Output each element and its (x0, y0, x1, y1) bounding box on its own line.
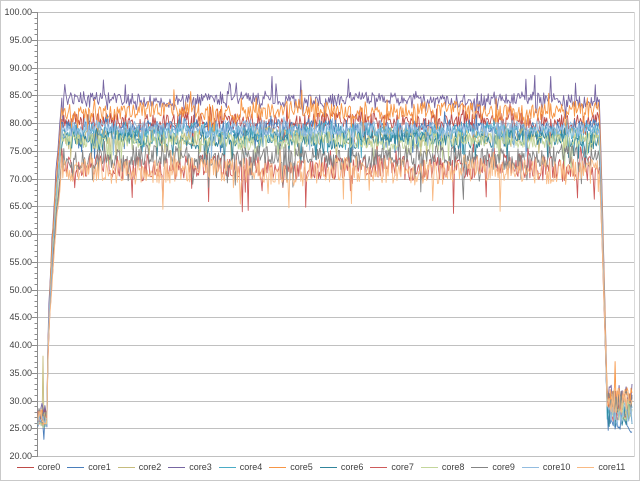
series-line-core7 (38, 147, 632, 425)
y-tick-label: 35.00 (1, 368, 32, 379)
legend-label: core3 (189, 462, 212, 472)
legend-item-core4: core4 (219, 462, 263, 472)
legend-label: core6 (341, 462, 364, 472)
legend-label: core1 (88, 462, 111, 472)
series-line-core9 (38, 141, 632, 423)
series-line-core11 (38, 150, 632, 425)
y-tick-label: 100.00 (1, 7, 32, 18)
legend-label: core8 (442, 462, 465, 472)
y-tick-label: 50.00 (1, 285, 32, 296)
legend-marker-core9 (471, 467, 488, 468)
y-tick-label: 75.00 (1, 146, 32, 157)
legend-marker-core5 (269, 467, 286, 468)
y-tick-label: 80.00 (1, 118, 32, 129)
legend-item-core8: core8 (421, 462, 465, 472)
legend-label: core2 (139, 462, 162, 472)
legend-marker-core1 (67, 467, 84, 468)
legend-label: core0 (38, 462, 61, 472)
y-tick-label: 60.00 (1, 229, 32, 240)
legend-marker-core4 (219, 467, 236, 468)
y-tick-label: 70.00 (1, 174, 32, 185)
legend-label: core5 (290, 462, 313, 472)
legend-label: core9 (492, 462, 515, 472)
legend-marker-core2 (118, 467, 135, 468)
y-tick-label: 25.00 (1, 423, 32, 434)
legend-marker-core11 (577, 467, 594, 468)
legend-item-core11: core11 (577, 462, 625, 472)
y-tick-label: 85.00 (1, 90, 32, 101)
y-tick-label: 55.00 (1, 257, 32, 268)
legend-marker-core0 (17, 467, 34, 468)
y-tick-label: 65.00 (1, 201, 32, 212)
plot-area (1, 1, 640, 481)
legend-label: core4 (240, 462, 263, 472)
legend-label: core7 (391, 462, 414, 472)
y-tick-label: 40.00 (1, 340, 32, 351)
legend-item-core0: core0 (17, 462, 61, 472)
legend-item-core3: core3 (168, 462, 212, 472)
y-tick-label: 45.00 (1, 312, 32, 323)
legend-item-core9: core9 (471, 462, 515, 472)
legend-item-core5: core5 (269, 462, 313, 472)
legend-item-core2: core2 (118, 462, 162, 472)
chart-canvas: 20.0025.0030.0035.0040.0045.0050.0055.00… (0, 0, 640, 481)
legend-marker-core10 (522, 467, 539, 468)
y-tick-label: 95.00 (1, 35, 32, 46)
legend-item-core1: core1 (67, 462, 111, 472)
legend-item-core10: core10 (522, 462, 571, 472)
legend-label: core10 (543, 462, 571, 472)
y-tick-label: 90.00 (1, 63, 32, 74)
legend-item-core6: core6 (320, 462, 364, 472)
legend: core0 core1 core2 core3 core4 core5 core6 core7… (1, 459, 640, 475)
legend-marker-core7 (370, 467, 387, 468)
legend-marker-core3 (168, 467, 185, 468)
legend-item-core7: core7 (370, 462, 414, 472)
legend-marker-core8 (421, 467, 438, 468)
legend-label: core11 (598, 462, 625, 472)
legend-marker-core6 (320, 467, 337, 468)
y-tick-label: 30.00 (1, 396, 32, 407)
